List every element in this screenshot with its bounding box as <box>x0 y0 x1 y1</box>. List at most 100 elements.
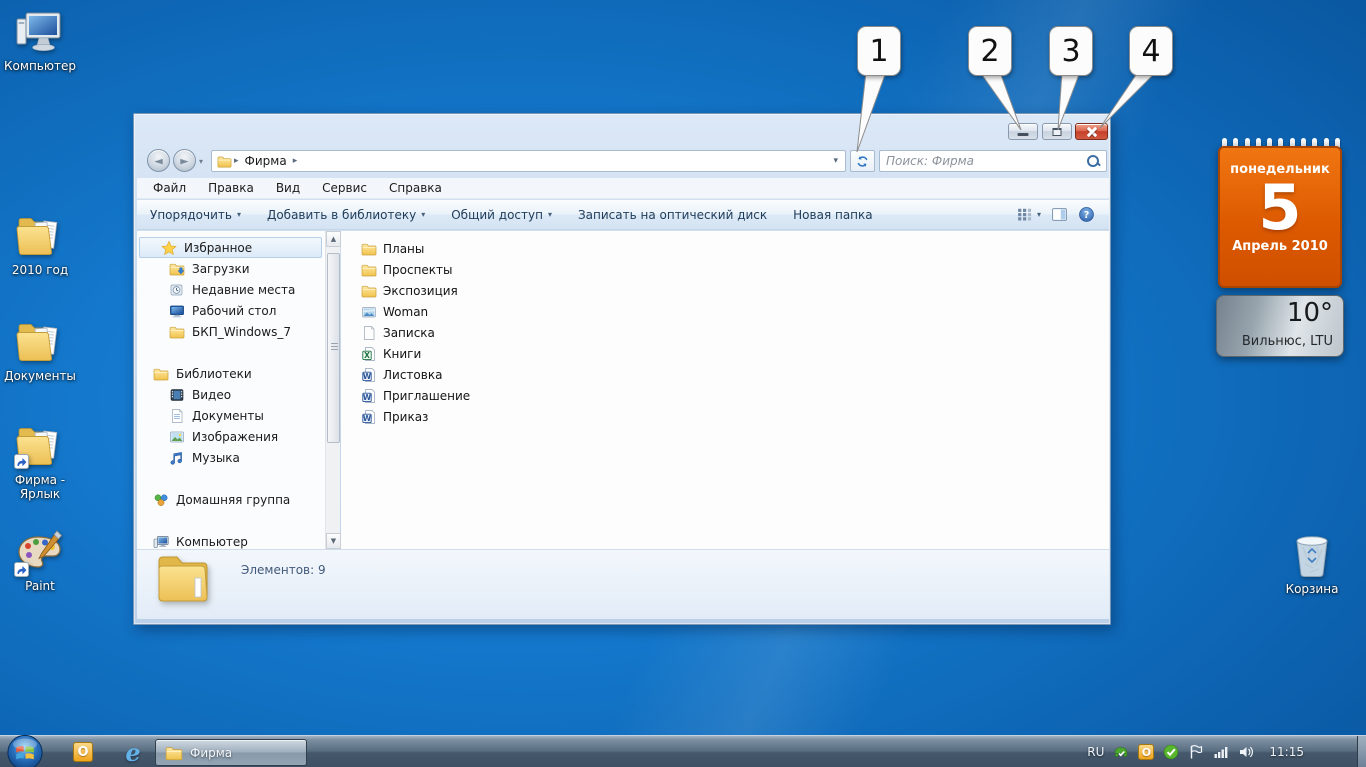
address-bar[interactable]: ▸ Фирма ▸ ▾ <box>211 150 846 172</box>
scroll-down-button[interactable]: ▼ <box>326 533 341 549</box>
calendar-gadget[interactable]: понедельник 5 Апрель 2010 <box>1218 146 1342 288</box>
refresh-button[interactable] <box>850 150 875 172</box>
file-row[interactable]: Книги <box>361 343 421 364</box>
details-pane: Элементов: 9 <box>137 549 1109 619</box>
nav-music[interactable]: Музыка <box>169 447 240 468</box>
new-folder-button[interactable]: Новая папка <box>780 204 885 226</box>
file-row[interactable]: Приглашение <box>361 385 470 406</box>
folder-icon <box>217 154 232 169</box>
file-list: Планы Проспекты Экспозиция Woman Записка… <box>341 231 1109 549</box>
organize-button[interactable]: Упорядочить ▾ <box>137 204 254 226</box>
file-row[interactable]: Проспекты <box>361 259 453 280</box>
file-row[interactable]: Приказ <box>361 406 428 427</box>
system-tray: RU O 11:15 <box>1087 736 1318 767</box>
address-dropdown-icon[interactable]: ▾ <box>833 156 838 166</box>
forward-icon: ► <box>180 155 188 166</box>
nav-downloads[interactable]: Загрузки <box>169 258 250 279</box>
desktop-icon-computer[interactable]: Компьютер <box>2 8 78 73</box>
desktop-icon-firma-shortcut[interactable]: Фирма - Ярлык <box>2 422 78 501</box>
folder-icon <box>169 324 185 340</box>
desktop-icon-2010-god[interactable]: 2010 год <box>2 212 78 277</box>
libraries-icon <box>153 366 169 382</box>
breadcrumb-arrow-icon[interactable]: ▸ <box>293 156 298 166</box>
recycle-bin-icon <box>1286 531 1338 579</box>
menu-tools[interactable]: Сервис <box>322 181 367 195</box>
word-file-icon <box>361 367 377 383</box>
callout-3: 3 <box>1049 26 1093 76</box>
desktop-icon <box>169 303 185 319</box>
file-row[interactable]: Записка <box>361 322 435 343</box>
folder-icon <box>361 262 377 278</box>
weather-gadget[interactable]: 10° Вильнюс, LTU <box>1216 295 1344 357</box>
weather-location: Вильнюс, LTU <box>1242 334 1333 349</box>
maximize-button[interactable] <box>1042 123 1072 140</box>
desktop-icon-label: 2010 год <box>2 263 78 277</box>
language-indicator[interactable]: RU <box>1087 745 1104 759</box>
refresh-icon <box>855 154 870 169</box>
show-desktop-button[interactable] <box>1357 736 1366 767</box>
file-row[interactable]: Экспозиция <box>361 280 458 301</box>
nav-pictures[interactable]: Изображения <box>169 426 278 447</box>
action-center-flag-icon[interactable] <box>1188 744 1204 760</box>
desktop-icon-dokumenty[interactable]: Документы <box>2 318 78 383</box>
nav-bkp-windows7[interactable]: БКП_Windows_7 <box>169 321 291 342</box>
scrollbar-thumb[interactable] <box>327 253 340 443</box>
minimize-button[interactable] <box>1008 123 1038 140</box>
file-row[interactable]: Планы <box>361 238 424 259</box>
chevron-down-icon: ▾ <box>421 210 425 219</box>
document-icon <box>169 408 185 424</box>
nav-favorites[interactable]: Избранное <box>139 237 322 258</box>
menu-help[interactable]: Справка <box>389 181 442 195</box>
desktop: W X <box>0 0 1366 767</box>
volume-icon[interactable] <box>1238 744 1254 760</box>
help-button[interactable] <box>1078 206 1095 223</box>
search-box[interactable] <box>879 150 1107 172</box>
start-button[interactable] <box>6 734 44 767</box>
search-input[interactable] <box>886 154 1087 168</box>
recent-pages-dropdown[interactable]: ▾ <box>199 157 203 166</box>
share-button[interactable]: Общий доступ ▾ <box>438 204 565 226</box>
add-to-library-button[interactable]: Добавить в библиотеку ▾ <box>254 204 438 226</box>
chevron-down-icon: ▾ <box>237 210 241 219</box>
taskbar-ie-button[interactable]: e <box>118 739 148 765</box>
menu-file[interactable]: Файл <box>153 181 186 195</box>
calendar-day: 5 <box>1220 177 1340 239</box>
views-button[interactable]: ▾ <box>1016 206 1041 223</box>
nav-desktop[interactable]: Рабочий стол <box>169 300 276 321</box>
outlook-tray-icon[interactable]: O <box>1138 744 1154 760</box>
taskbar-window-button-firma[interactable]: Фирма <box>155 739 307 766</box>
menu-view[interactable]: Вид <box>276 181 300 195</box>
phone-check-icon[interactable] <box>1113 744 1129 760</box>
clock[interactable]: 11:15 <box>1269 745 1304 759</box>
file-row[interactable]: Листовка <box>361 364 442 385</box>
breadcrumb-folder[interactable]: Фирма <box>245 154 287 168</box>
close-button[interactable] <box>1075 123 1108 140</box>
menu-edit[interactable]: Правка <box>208 181 254 195</box>
outlook-icon: O <box>73 742 93 762</box>
preview-pane-button[interactable] <box>1051 206 1068 223</box>
back-button[interactable]: ◄ <box>147 149 170 172</box>
nav-scrollbar[interactable]: ▲ ▼ <box>325 231 340 549</box>
forward-button[interactable]: ► <box>173 149 196 172</box>
nav-libraries[interactable]: Библиотеки <box>153 363 252 384</box>
nav-homegroup[interactable]: Домашняя группа <box>153 489 290 510</box>
desktop-icon-recycle-bin[interactable]: Корзина <box>1274 531 1350 596</box>
folder-icon <box>361 283 377 299</box>
desktop-icon-label: Корзина <box>1274 582 1350 596</box>
scroll-up-button[interactable]: ▲ <box>326 231 341 247</box>
green-check-icon[interactable] <box>1163 744 1179 760</box>
burn-disc-button[interactable]: Записать на оптический диск <box>565 204 780 226</box>
internet-explorer-icon: e <box>125 738 140 767</box>
folder-icon <box>151 544 215 610</box>
desktop-icon-paint[interactable]: Paint <box>2 528 78 593</box>
network-signal-icon[interactable] <box>1213 744 1229 760</box>
folder-icon <box>361 241 377 257</box>
file-row[interactable]: Woman <box>361 301 428 322</box>
back-icon: ◄ <box>154 155 162 166</box>
taskbar-outlook-button[interactable]: O <box>68 739 98 765</box>
music-note-icon <box>169 450 185 466</box>
nav-recent-places[interactable]: Недавние места <box>169 279 295 300</box>
callout-2: 2 <box>968 26 1012 76</box>
nav-videos[interactable]: Видео <box>169 384 231 405</box>
nav-documents[interactable]: Документы <box>169 405 264 426</box>
